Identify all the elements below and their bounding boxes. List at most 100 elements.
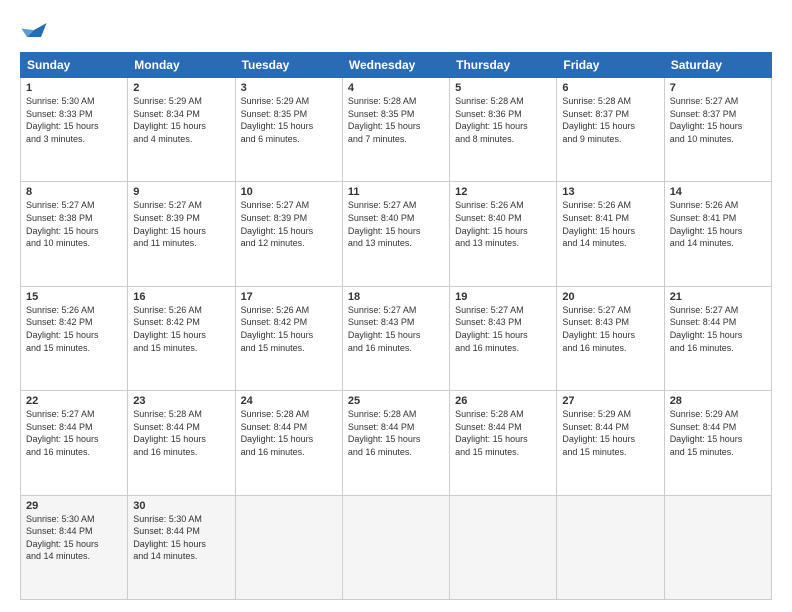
day-info: Sunrise: 5:26 AMSunset: 8:42 PMDaylight:… <box>241 304 337 354</box>
header <box>20 16 772 44</box>
day-info: Sunrise: 5:29 AMSunset: 8:35 PMDaylight:… <box>241 95 337 145</box>
day-info: Sunrise: 5:29 AMSunset: 8:34 PMDaylight:… <box>133 95 229 145</box>
day-info: Sunrise: 5:26 AMSunset: 8:41 PMDaylight:… <box>562 199 658 249</box>
calendar-col-monday: Monday <box>128 53 235 78</box>
calendar-cell: 9Sunrise: 5:27 AMSunset: 8:39 PMDaylight… <box>128 182 235 286</box>
calendar-cell: 20Sunrise: 5:27 AMSunset: 8:43 PMDayligh… <box>557 286 664 390</box>
day-info: Sunrise: 5:27 AMSunset: 8:43 PMDaylight:… <box>562 304 658 354</box>
calendar-col-wednesday: Wednesday <box>342 53 449 78</box>
calendar-cell: 19Sunrise: 5:27 AMSunset: 8:43 PMDayligh… <box>450 286 557 390</box>
calendar-table: SundayMondayTuesdayWednesdayThursdayFrid… <box>20 52 772 600</box>
day-info: Sunrise: 5:28 AMSunset: 8:44 PMDaylight:… <box>348 408 444 458</box>
day-number: 30 <box>133 500 229 512</box>
calendar-cell: 16Sunrise: 5:26 AMSunset: 8:42 PMDayligh… <box>128 286 235 390</box>
day-info: Sunrise: 5:27 AMSunset: 8:38 PMDaylight:… <box>26 199 122 249</box>
calendar-cell: 12Sunrise: 5:26 AMSunset: 8:40 PMDayligh… <box>450 182 557 286</box>
day-number: 25 <box>348 395 444 407</box>
calendar-cell: 21Sunrise: 5:27 AMSunset: 8:44 PMDayligh… <box>664 286 771 390</box>
day-number: 23 <box>133 395 229 407</box>
calendar-cell <box>450 495 557 599</box>
calendar-week-4: 22Sunrise: 5:27 AMSunset: 8:44 PMDayligh… <box>21 391 772 495</box>
calendar-cell: 1Sunrise: 5:30 AMSunset: 8:33 PMDaylight… <box>21 78 128 182</box>
day-info: Sunrise: 5:30 AMSunset: 8:33 PMDaylight:… <box>26 95 122 145</box>
day-info: Sunrise: 5:27 AMSunset: 8:37 PMDaylight:… <box>670 95 766 145</box>
day-number: 7 <box>670 82 766 94</box>
day-info: Sunrise: 5:27 AMSunset: 8:40 PMDaylight:… <box>348 199 444 249</box>
day-info: Sunrise: 5:26 AMSunset: 8:42 PMDaylight:… <box>133 304 229 354</box>
calendar-col-tuesday: Tuesday <box>235 53 342 78</box>
day-number: 15 <box>26 291 122 303</box>
day-number: 21 <box>670 291 766 303</box>
day-info: Sunrise: 5:27 AMSunset: 8:43 PMDaylight:… <box>455 304 551 354</box>
day-number: 16 <box>133 291 229 303</box>
calendar-cell: 24Sunrise: 5:28 AMSunset: 8:44 PMDayligh… <box>235 391 342 495</box>
day-info: Sunrise: 5:27 AMSunset: 8:39 PMDaylight:… <box>241 199 337 249</box>
calendar-col-sunday: Sunday <box>21 53 128 78</box>
day-number: 20 <box>562 291 658 303</box>
calendar-cell: 25Sunrise: 5:28 AMSunset: 8:44 PMDayligh… <box>342 391 449 495</box>
day-info: Sunrise: 5:29 AMSunset: 8:44 PMDaylight:… <box>670 408 766 458</box>
day-info: Sunrise: 5:28 AMSunset: 8:44 PMDaylight:… <box>241 408 337 458</box>
calendar-cell: 22Sunrise: 5:27 AMSunset: 8:44 PMDayligh… <box>21 391 128 495</box>
day-info: Sunrise: 5:30 AMSunset: 8:44 PMDaylight:… <box>133 513 229 563</box>
day-number: 13 <box>562 186 658 198</box>
calendar-cell: 17Sunrise: 5:26 AMSunset: 8:42 PMDayligh… <box>235 286 342 390</box>
day-info: Sunrise: 5:28 AMSunset: 8:36 PMDaylight:… <box>455 95 551 145</box>
calendar-week-3: 15Sunrise: 5:26 AMSunset: 8:42 PMDayligh… <box>21 286 772 390</box>
day-info: Sunrise: 5:28 AMSunset: 8:35 PMDaylight:… <box>348 95 444 145</box>
calendar-cell <box>342 495 449 599</box>
calendar-cell: 14Sunrise: 5:26 AMSunset: 8:41 PMDayligh… <box>664 182 771 286</box>
calendar-cell: 18Sunrise: 5:27 AMSunset: 8:43 PMDayligh… <box>342 286 449 390</box>
calendar-cell: 28Sunrise: 5:29 AMSunset: 8:44 PMDayligh… <box>664 391 771 495</box>
calendar-col-saturday: Saturday <box>664 53 771 78</box>
day-info: Sunrise: 5:27 AMSunset: 8:44 PMDaylight:… <box>670 304 766 354</box>
day-number: 18 <box>348 291 444 303</box>
day-number: 17 <box>241 291 337 303</box>
day-number: 27 <box>562 395 658 407</box>
calendar-cell: 5Sunrise: 5:28 AMSunset: 8:36 PMDaylight… <box>450 78 557 182</box>
day-info: Sunrise: 5:27 AMSunset: 8:39 PMDaylight:… <box>133 199 229 249</box>
day-info: Sunrise: 5:26 AMSunset: 8:41 PMDaylight:… <box>670 199 766 249</box>
day-number: 3 <box>241 82 337 94</box>
calendar-week-1: 1Sunrise: 5:30 AMSunset: 8:33 PMDaylight… <box>21 78 772 182</box>
logo <box>20 16 52 44</box>
calendar-cell <box>664 495 771 599</box>
calendar-week-2: 8Sunrise: 5:27 AMSunset: 8:38 PMDaylight… <box>21 182 772 286</box>
page: SundayMondayTuesdayWednesdayThursdayFrid… <box>0 0 792 612</box>
day-number: 12 <box>455 186 551 198</box>
day-number: 19 <box>455 291 551 303</box>
calendar-cell: 26Sunrise: 5:28 AMSunset: 8:44 PMDayligh… <box>450 391 557 495</box>
calendar-cell <box>557 495 664 599</box>
calendar-cell: 23Sunrise: 5:28 AMSunset: 8:44 PMDayligh… <box>128 391 235 495</box>
day-info: Sunrise: 5:28 AMSunset: 8:44 PMDaylight:… <box>133 408 229 458</box>
calendar-cell: 6Sunrise: 5:28 AMSunset: 8:37 PMDaylight… <box>557 78 664 182</box>
day-number: 9 <box>133 186 229 198</box>
day-info: Sunrise: 5:26 AMSunset: 8:42 PMDaylight:… <box>26 304 122 354</box>
day-number: 6 <box>562 82 658 94</box>
calendar-cell: 15Sunrise: 5:26 AMSunset: 8:42 PMDayligh… <box>21 286 128 390</box>
day-number: 10 <box>241 186 337 198</box>
day-info: Sunrise: 5:27 AMSunset: 8:43 PMDaylight:… <box>348 304 444 354</box>
calendar-col-thursday: Thursday <box>450 53 557 78</box>
day-number: 24 <box>241 395 337 407</box>
day-number: 8 <box>26 186 122 198</box>
day-number: 29 <box>26 500 122 512</box>
day-number: 2 <box>133 82 229 94</box>
day-number: 1 <box>26 82 122 94</box>
calendar-cell: 3Sunrise: 5:29 AMSunset: 8:35 PMDaylight… <box>235 78 342 182</box>
calendar-cell: 8Sunrise: 5:27 AMSunset: 8:38 PMDaylight… <box>21 182 128 286</box>
day-number: 14 <box>670 186 766 198</box>
day-info: Sunrise: 5:26 AMSunset: 8:40 PMDaylight:… <box>455 199 551 249</box>
day-info: Sunrise: 5:29 AMSunset: 8:44 PMDaylight:… <box>562 408 658 458</box>
generalblue-logo-icon <box>20 16 48 44</box>
calendar-cell: 27Sunrise: 5:29 AMSunset: 8:44 PMDayligh… <box>557 391 664 495</box>
day-info: Sunrise: 5:27 AMSunset: 8:44 PMDaylight:… <box>26 408 122 458</box>
calendar-header-row: SundayMondayTuesdayWednesdayThursdayFrid… <box>21 53 772 78</box>
calendar-week-5: 29 Sunrise: 5:30 AMSunset: 8:44 PMDayligh… <box>21 495 772 599</box>
day-number: 5 <box>455 82 551 94</box>
day-info: Sunrise: 5:28 AMSunset: 8:37 PMDaylight:… <box>562 95 658 145</box>
calendar-cell: 7Sunrise: 5:27 AMSunset: 8:37 PMDaylight… <box>664 78 771 182</box>
calendar-cell: 13Sunrise: 5:26 AMSunset: 8:41 PMDayligh… <box>557 182 664 286</box>
calendar-cell: 10Sunrise: 5:27 AMSunset: 8:39 PMDayligh… <box>235 182 342 286</box>
day-number: 11 <box>348 186 444 198</box>
